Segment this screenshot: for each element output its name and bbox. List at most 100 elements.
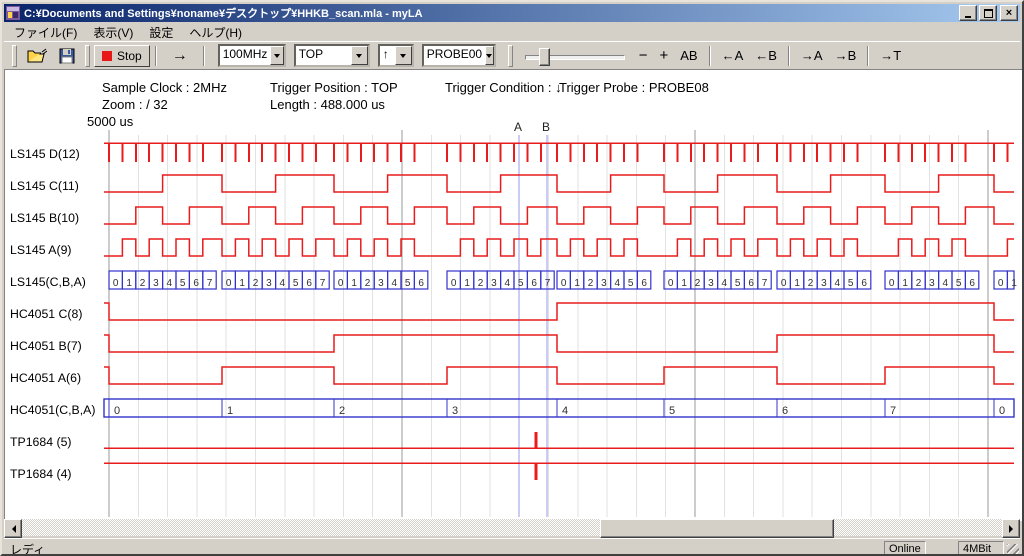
signal-label: HC4051 B(7) (10, 339, 82, 353)
chevron-down-icon (400, 54, 406, 61)
bus-value-digit: 0 (226, 278, 232, 289)
maximize-icon (984, 9, 993, 18)
bus-value-digit: 2 (339, 405, 345, 417)
signal-label: LS145 B(10) (10, 211, 79, 225)
bus-value-digit: 6 (969, 278, 975, 289)
bus-value-digit: 1 (464, 278, 470, 289)
combo-dropdown-button[interactable] (395, 46, 412, 65)
slider-thumb[interactable] (539, 48, 550, 66)
chevron-down-icon (356, 54, 362, 61)
title-bar[interactable]: C:¥Documents and Settings¥noname¥デスクトップ¥… (4, 4, 1020, 22)
chevron-down-icon (274, 54, 280, 61)
toolbar-combo[interactable]: TOP (294, 44, 370, 67)
toolbar-separator (788, 46, 790, 66)
close-button[interactable]: × (1000, 5, 1018, 21)
scrollbar-thumb[interactable] (600, 519, 834, 538)
goto-cursor-b-right-button[interactable]: →B (829, 45, 863, 67)
bus-value-digit: 5 (293, 278, 299, 289)
bus-value-digit: 7 (762, 278, 768, 289)
toolbar-separator (709, 46, 711, 66)
signal-label: HC4051 A(6) (10, 371, 81, 385)
bus-value-digit: 2 (253, 278, 259, 289)
bus-value-digit: 1 (681, 278, 687, 289)
open-folder-icon (27, 48, 47, 64)
run-button[interactable]: → (162, 45, 198, 67)
bus-value-digit: 6 (306, 278, 312, 289)
goto-trigger-button[interactable]: →T (874, 45, 907, 67)
minimize-button[interactable] (959, 5, 977, 21)
bus-value-digit: 2 (365, 278, 371, 289)
signal-label: HC4051 C(8) (10, 307, 82, 321)
bus-value-digit: 5 (735, 278, 741, 289)
signal-label: LS145(C,B,A) (10, 275, 86, 289)
goto-cursor-b-left-button[interactable]: ←B (749, 45, 783, 67)
bus-value-digit: 6 (193, 278, 199, 289)
bus-value-digit: 3 (452, 405, 458, 417)
resize-grip[interactable] (1007, 544, 1019, 556)
signal-label: LS145 A(9) (10, 243, 72, 257)
menu-item[interactable]: 設定 (141, 22, 181, 43)
combo-dropdown-button[interactable] (485, 46, 494, 65)
waveform-bit-trace (104, 335, 1014, 352)
combo-dropdown-button[interactable] (351, 46, 368, 65)
bus-value-digit: 1 (227, 405, 233, 417)
chevron-down-icon (486, 54, 492, 61)
bus-value-digit: 5 (405, 278, 411, 289)
goto-cursor-a-right-button[interactable]: →A (795, 45, 829, 67)
goto-cursor-a-left-button[interactable]: ←A (716, 45, 750, 67)
stop-icon (102, 51, 112, 61)
ab-button[interactable]: AB (674, 45, 703, 67)
scroll-right-button[interactable] (1002, 519, 1020, 538)
bus-value-digit: 3 (708, 278, 714, 289)
open-file-button[interactable] (21, 45, 53, 67)
bus-value-digit: 5 (956, 278, 962, 289)
status-memory-badge: 4MBit (958, 541, 1004, 556)
window-title: C:¥Documents and Settings¥noname¥デスクトップ¥… (24, 5, 957, 21)
toolbar-grip[interactable] (508, 45, 513, 67)
toolbar-separator (867, 46, 869, 66)
bus-value-digit: 1 (126, 278, 132, 289)
stop-button[interactable]: Stop (94, 45, 150, 67)
bus-value-digit: 2 (695, 278, 701, 289)
toolbar-separator (203, 46, 205, 66)
bus-value-digit: 1 (794, 278, 800, 289)
combo-value: PROBE00 (424, 46, 485, 65)
bus-value-digit: 6 (861, 278, 867, 289)
menu-item[interactable]: 表示(V) (85, 22, 141, 43)
zoom-slider[interactable] (525, 47, 625, 65)
bus-value-digit: 0 (561, 278, 567, 289)
toolbar-combo[interactable]: ↑ (378, 44, 414, 67)
signal-label: TP1684 (4) (10, 467, 72, 481)
bus-value-digit: 3 (821, 278, 827, 289)
bus-value-digit: 5 (518, 278, 524, 289)
toolbar-grip[interactable] (12, 45, 17, 67)
toolbar-combos: 100MHz TOP ↑ PROBE00 (210, 44, 496, 67)
toolbar-combo[interactable]: PROBE00 (422, 44, 496, 67)
scroll-left-button[interactable] (4, 519, 22, 538)
save-button[interactable] (53, 45, 81, 67)
cursor-label-A: A (514, 120, 522, 134)
bus-value-digit: 0 (999, 405, 1005, 417)
combo-value: ↑ (380, 46, 395, 65)
status-bar: レディ Online 4MBit (4, 538, 1020, 556)
menu-item[interactable]: ヘルプ(H) (181, 22, 250, 43)
status-ready-text: レディ (10, 541, 45, 556)
zoom-in-button[interactable]: + (653, 45, 674, 67)
zoom-out-button[interactable]: − (633, 45, 654, 67)
combo-dropdown-button[interactable] (270, 46, 283, 65)
bus-value-digit: 0 (889, 278, 895, 289)
bus-value-digit: 7 (320, 278, 326, 289)
horizontal-scrollbar[interactable] (4, 519, 1020, 536)
menu-item[interactable]: ファイル(F) (6, 22, 85, 43)
menu-bar: ファイル(F)表示(V)設定ヘルプ(H) (4, 23, 1020, 41)
signal-label: LS145 D(12) (10, 147, 80, 161)
bus-value-digit: 4 (562, 405, 568, 417)
maximize-button[interactable] (979, 5, 997, 21)
toolbar-combo[interactable]: 100MHz (218, 44, 286, 67)
bus-value-digit: 4 (280, 278, 286, 289)
waveform-plot[interactable]: ABLS145 D(12)LS145 C(11)LS145 B(10)LS145… (2, 69, 1024, 519)
waveform-bit-trace (104, 239, 1014, 256)
bus-value-digit: 5 (180, 278, 186, 289)
scroll-right-icon (1009, 525, 1017, 533)
toolbar-grip[interactable] (85, 45, 90, 67)
